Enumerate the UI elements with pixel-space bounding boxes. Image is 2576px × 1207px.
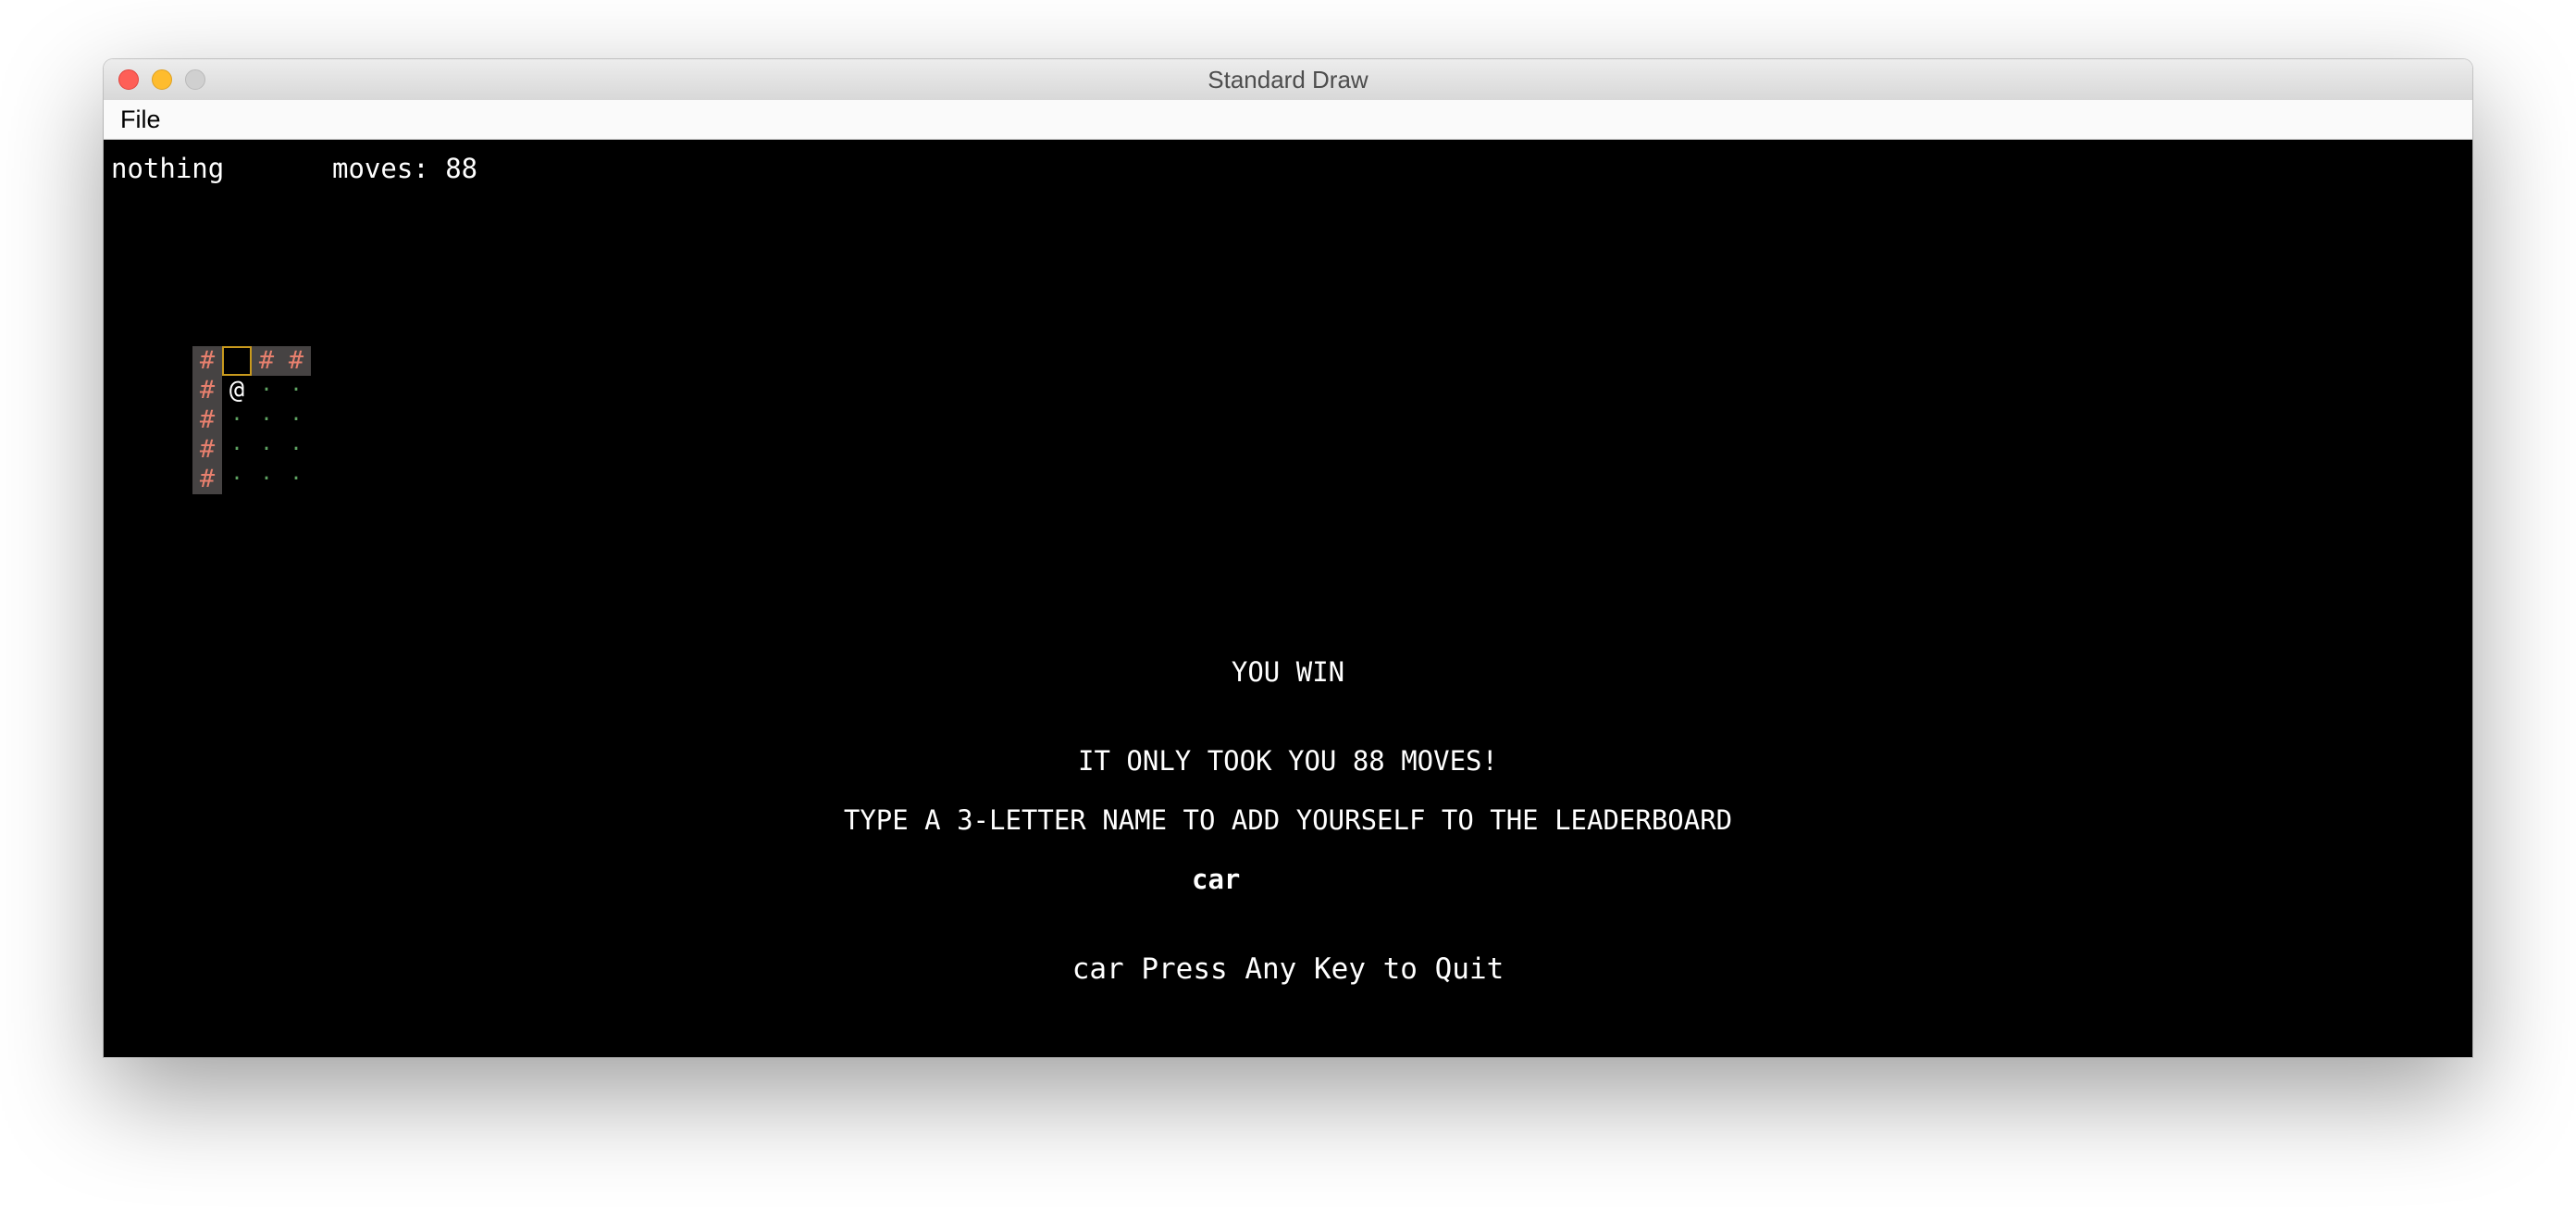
wall-tile: # — [192, 376, 222, 405]
leaderboard-prompt: TYPE A 3-LETTER NAME TO ADD YOURSELF TO … — [843, 804, 1733, 836]
win-message: YOU WIN — [1231, 656, 1345, 688]
floor-tile: · — [252, 376, 281, 405]
hud-move-counter: moves: 88 — [332, 153, 478, 184]
name-entry-field[interactable]: car — [1192, 864, 1266, 895]
player-avatar: @ — [222, 376, 252, 405]
floor-tile: · — [281, 376, 311, 405]
wall-tile: # — [192, 405, 222, 435]
floor-tile: · — [252, 435, 281, 465]
locked-door-tile — [222, 346, 252, 376]
floor-tile: · — [222, 405, 252, 435]
hud-tile-description: nothing — [111, 153, 225, 184]
world-map: # # # # @ · · # · · · # · · · # · · · — [192, 346, 311, 494]
file-menu[interactable]: File — [120, 100, 161, 139]
quit-instruction: car Press Any Key to Quit — [1071, 952, 1505, 986]
wall-tile: # — [192, 465, 222, 494]
floor-tile: · — [252, 405, 281, 435]
wall-tile: # — [252, 346, 281, 376]
floor-tile: · — [281, 465, 311, 494]
window-title: Standard Draw — [1208, 66, 1368, 93]
menu-bar: File — [104, 100, 2472, 140]
floor-tile: · — [222, 435, 252, 465]
floor-tile: · — [281, 435, 311, 465]
app-window: Standard Draw File nothing moves: 88 # #… — [104, 59, 2472, 1057]
move-summary-message: IT ONLY TOOK YOU 88 MOVES! — [1078, 745, 1498, 777]
game-canvas[interactable]: nothing moves: 88 # # # # @ · · # · · · … — [104, 140, 2472, 1057]
wall-tile: # — [192, 435, 222, 465]
floor-tile: · — [222, 465, 252, 494]
wall-tile: # — [192, 346, 222, 376]
title-bar: Standard Draw — [104, 59, 2472, 101]
floor-tile: · — [281, 405, 311, 435]
wall-tile: # — [281, 346, 311, 376]
floor-tile: · — [252, 465, 281, 494]
